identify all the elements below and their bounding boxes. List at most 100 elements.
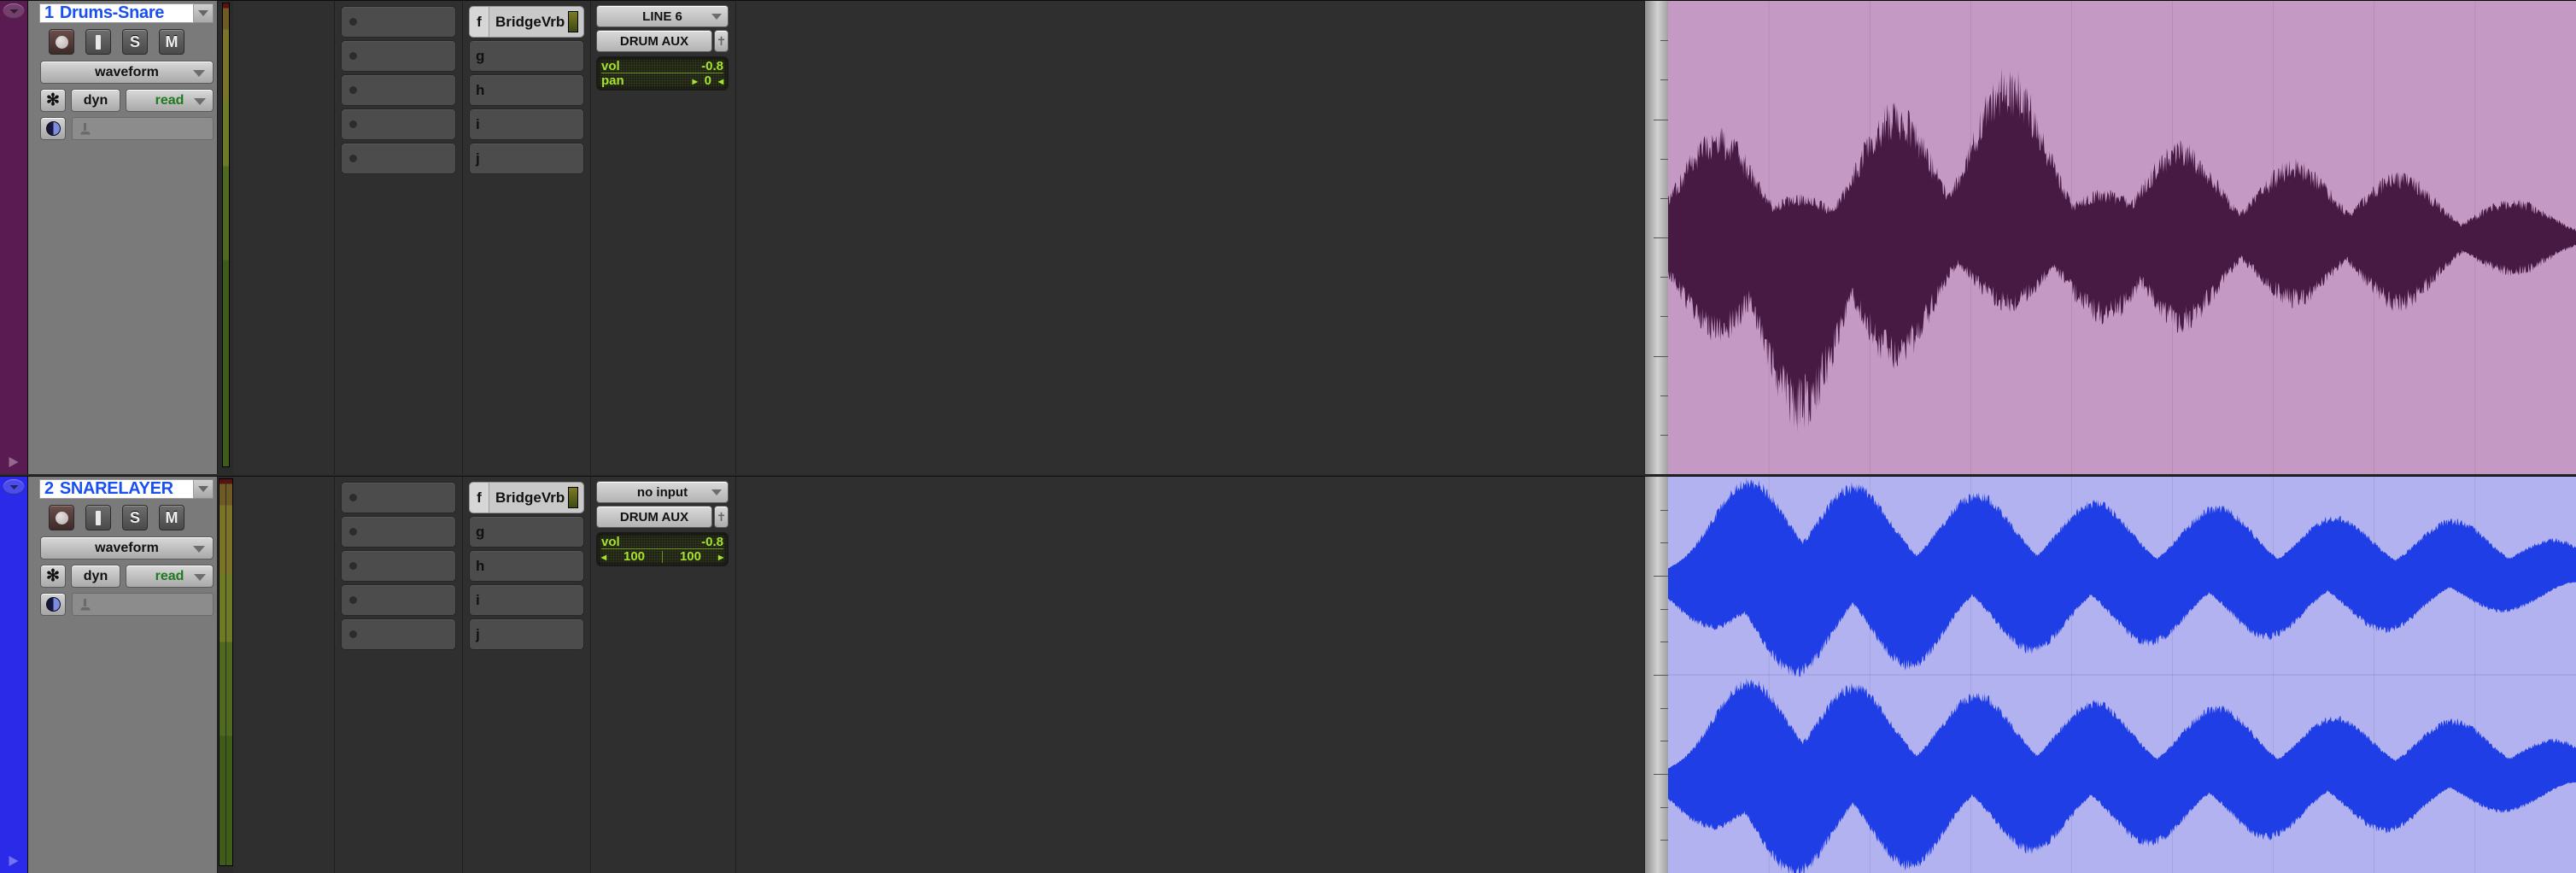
ruler-tick [1654, 355, 1668, 357]
sends-cell-1: f BridgeVrb g h i j [463, 0, 591, 474]
comments-cell-1[interactable] [233, 0, 335, 474]
volume-pan-display-2[interactable]: vol -0.8 ◂ 100 100 ▸ [596, 532, 729, 566]
insert-slot[interactable] [341, 6, 456, 38]
track-color-strip-2[interactable] [0, 476, 28, 873]
input-selector-1[interactable]: LINE 6 [596, 5, 729, 27]
input-monitor-icon [96, 510, 101, 525]
ruler-tick [1654, 237, 1668, 238]
output-assign-icon[interactable]: ✝ [714, 506, 729, 528]
mic-preamp-field[interactable] [72, 593, 214, 616]
input-monitor-button[interactable] [85, 29, 111, 55]
insert-slot[interactable] [341, 143, 456, 174]
insert-slot[interactable] [341, 584, 456, 616]
elastic-audio-button[interactable] [40, 593, 66, 616]
send-slot-h[interactable]: h [469, 550, 584, 582]
send-name: BridgeVrb [495, 489, 565, 506]
track-name-field-1[interactable]: 1 Drums-Snare [39, 3, 194, 23]
track-number: 1 [44, 3, 54, 22]
track-name-row: 1 Drums-Snare [39, 3, 214, 23]
send-slot-g[interactable]: g [469, 516, 584, 548]
input-selector-2[interactable]: no input [596, 481, 729, 503]
automation-mode-selector[interactable]: read [126, 89, 214, 112]
insert-slot[interactable] [341, 74, 456, 106]
ruler-tick [1660, 316, 1668, 318]
send-slot-h[interactable]: h [469, 74, 584, 106]
output-selector-2[interactable]: DRUM AUX [596, 506, 712, 528]
output-assign-icon[interactable]: ✝ [714, 30, 729, 52]
mic-preamp-field[interactable] [72, 117, 214, 140]
insert-bullet-icon [349, 86, 357, 94]
output-selector-1[interactable]: DRUM AUX [596, 30, 712, 52]
track-expand-arrow-icon[interactable] [9, 457, 19, 467]
send-slot-g[interactable]: g [469, 40, 584, 72]
input-label: LINE 6 [642, 9, 682, 24]
record-enable-button[interactable] [49, 29, 74, 55]
automation-safe-button[interactable]: ✻ [40, 89, 66, 112]
track-name-row: 2 SNARELAYER [39, 479, 214, 499]
ruler-tick [1660, 277, 1668, 278]
automation-mode-label: read [155, 568, 184, 583]
meter-box [218, 478, 233, 866]
chevron-down-icon [193, 545, 205, 553]
insert-slot[interactable] [341, 618, 456, 650]
clock-icon [45, 597, 61, 612]
record-enable-button[interactable] [49, 505, 74, 530]
send-slot-i[interactable]: i [469, 584, 584, 616]
insert-bullet-icon [349, 562, 357, 570]
track-expand-arrow-icon[interactable] [9, 856, 19, 866]
waveform-svg [1668, 1, 2576, 474]
send-slot-j[interactable]: j [469, 618, 584, 650]
send-slot-j[interactable]: j [469, 143, 584, 174]
track-color-strip-1[interactable] [0, 0, 28, 474]
amplitude-ruler-2 [1645, 476, 1668, 873]
input-monitor-button[interactable] [85, 505, 111, 530]
send-slot-i[interactable]: i [469, 108, 584, 140]
vol-label: vol [601, 58, 620, 73]
track-name-menu-icon[interactable] [194, 3, 214, 23]
track-collapse-icon[interactable] [3, 479, 25, 495]
waveform-display-1[interactable] [1668, 0, 2576, 474]
insert-bullet-icon [349, 494, 357, 501]
volume-pan-display-1[interactable]: vol -0.8 pan ▸ 0 ◂ [596, 56, 729, 91]
insert-bullet-icon [349, 120, 357, 128]
track-view-row: waveform [40, 536, 214, 560]
ruler-tick [1660, 608, 1668, 610]
vol-value: -0.8 [701, 534, 723, 549]
chevron-down-icon [194, 97, 206, 105]
chevron-down-icon [194, 573, 206, 581]
insert-bullet-icon [349, 630, 357, 638]
microphone-icon [80, 122, 91, 135]
io-pad-cell-1 [736, 0, 1645, 474]
dynamics-button[interactable]: dyn [71, 565, 120, 588]
track-meter-2 [218, 476, 233, 873]
ruler-tick [1654, 774, 1668, 775]
track-row-1: 1 Drums-Snare S M waveform ✻ dyn read f … [0, 0, 2576, 474]
automation-mode-selector[interactable]: read [126, 565, 214, 588]
automation-safe-button[interactable]: ✻ [40, 565, 66, 588]
insert-slot[interactable] [341, 482, 456, 513]
track-button-row: S M [49, 505, 214, 530]
track-name-menu-icon[interactable] [194, 479, 214, 499]
solo-button[interactable]: S [122, 29, 148, 55]
send-slot-f[interactable]: f BridgeVrb [469, 6, 584, 38]
track-view-selector[interactable]: waveform [40, 536, 214, 560]
insert-slot[interactable] [341, 550, 456, 582]
track-view-selector[interactable]: waveform [40, 61, 214, 84]
mute-button[interactable]: M [159, 29, 184, 55]
solo-button[interactable]: S [122, 505, 148, 530]
track-collapse-icon[interactable] [3, 3, 25, 19]
dynamics-button[interactable]: dyn [71, 89, 120, 112]
track-button-row: S M [49, 29, 214, 55]
track-view-label: waveform [95, 540, 159, 555]
insert-slot[interactable] [341, 40, 456, 72]
track-name-field-2[interactable]: 2 SNARELAYER [39, 479, 194, 499]
mute-button[interactable]: M [159, 505, 184, 530]
insert-slot[interactable] [341, 108, 456, 140]
chevron-down-icon [711, 489, 722, 495]
comments-cell-2[interactable] [233, 476, 335, 873]
waveform-display-2[interactable] [1668, 476, 2576, 873]
insert-slot[interactable] [341, 516, 456, 548]
vol-value: -0.8 [701, 58, 723, 73]
send-slot-f[interactable]: f BridgeVrb [469, 482, 584, 513]
elastic-audio-button[interactable] [40, 117, 66, 140]
